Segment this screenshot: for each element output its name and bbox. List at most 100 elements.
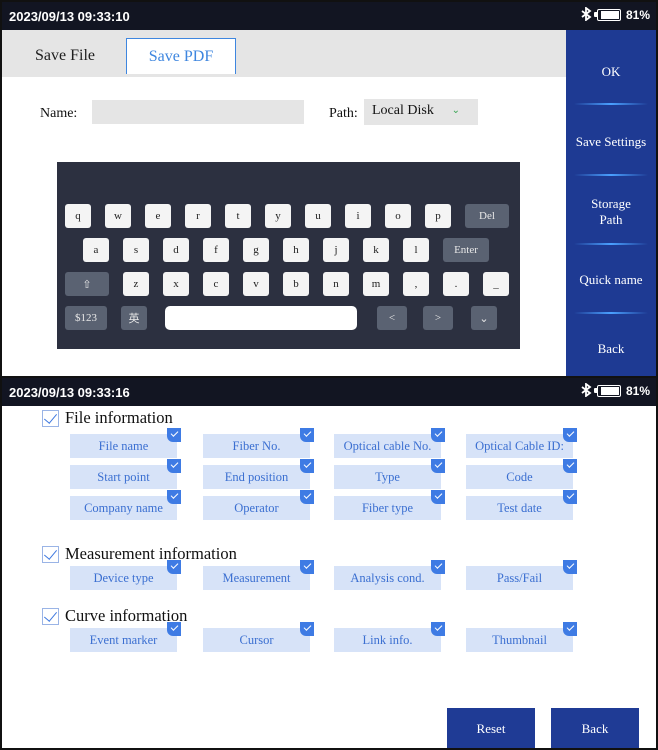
option-toggle[interactable]: Link info. <box>334 622 445 652</box>
option-toggle[interactable]: Fiber type <box>334 490 445 520</box>
option-toggle[interactable]: Start point <box>70 459 181 489</box>
option-toggle[interactable]: Operator <box>203 490 314 520</box>
battery-icon <box>593 9 621 21</box>
option-toggle[interactable]: End position <box>203 459 314 489</box>
storage-path-button[interactable]: Storage Path <box>566 196 656 228</box>
bluetooth-icon <box>580 6 592 23</box>
key-h[interactable]: h <box>283 238 309 262</box>
option-label: Type <box>375 469 400 484</box>
name-input[interactable] <box>92 100 304 124</box>
save-settings-button[interactable]: Save Settings <box>566 134 656 150</box>
path-value: Local Disk <box>372 103 434 118</box>
key-u[interactable]: u <box>305 204 331 228</box>
key-language[interactable]: 英 <box>121 306 147 330</box>
key-shift[interactable]: ⇧ <box>65 272 109 296</box>
option-toggle[interactable]: Company name <box>70 490 181 520</box>
tab-bar: Save File Save PDF <box>2 30 568 77</box>
option-toggle[interactable]: Code <box>466 459 577 489</box>
key-j[interactable]: j <box>323 238 349 262</box>
option-toggle[interactable]: Event marker <box>70 622 181 652</box>
section-header: Curve information <box>42 606 187 626</box>
option-toggle[interactable]: Device type <box>70 560 181 590</box>
option-toggle[interactable]: Thumbnail <box>466 622 577 652</box>
key-z[interactable]: z <box>123 272 149 296</box>
key-x[interactable]: x <box>163 272 189 296</box>
key-p[interactable]: p <box>425 204 451 228</box>
key-g[interactable]: g <box>243 238 269 262</box>
key-o[interactable]: o <box>385 204 411 228</box>
option-toggle[interactable]: Pass/Fail <box>466 560 577 590</box>
section-title: File information <box>65 408 173 427</box>
option-toggle[interactable]: Analysis cond. <box>334 560 445 590</box>
key-d[interactable]: d <box>163 238 189 262</box>
key-n[interactable]: n <box>323 272 349 296</box>
option-toggle[interactable]: Optical cable No. <box>334 428 445 458</box>
option-toggle[interactable]: Fiber No. <box>203 428 314 458</box>
checkmark-icon <box>167 459 181 473</box>
key-r[interactable]: r <box>185 204 211 228</box>
option-label: End position <box>224 469 289 484</box>
option-label: Code <box>506 469 533 484</box>
key-w[interactable]: w <box>105 204 131 228</box>
option-toggle[interactable]: Cursor <box>203 622 314 652</box>
divider <box>574 103 648 105</box>
battery-percent: 81% <box>625 384 650 398</box>
key-space[interactable] <box>165 306 357 330</box>
option-toggle[interactable]: Type <box>334 459 445 489</box>
key-delete[interactable]: Del <box>465 204 509 228</box>
key-right[interactable]: > <box>423 306 453 330</box>
path-select[interactable]: Local Disk ⌄ <box>364 99 478 125</box>
key-comma[interactable]: , <box>403 272 429 296</box>
status-bar: 2023/09/13 09:33:10 81% <box>2 2 656 30</box>
key-t[interactable]: t <box>225 204 251 228</box>
option-toggle[interactable]: Test date <box>466 490 577 520</box>
tab-save-file[interactable]: Save File <box>20 39 110 73</box>
option-label: Measurement <box>222 570 291 585</box>
section-checkbox[interactable] <box>42 545 59 563</box>
key-s[interactable]: s <box>123 238 149 262</box>
key-hide-keyboard[interactable]: ⌄ <box>471 306 497 330</box>
checkmark-icon <box>431 622 445 636</box>
key-c[interactable]: c <box>203 272 229 296</box>
key-e[interactable]: e <box>145 204 171 228</box>
section-checkbox[interactable] <box>42 607 59 625</box>
key-enter[interactable]: Enter <box>443 238 489 262</box>
key-q[interactable]: q <box>65 204 91 228</box>
key-f[interactable]: f <box>203 238 229 262</box>
key-a[interactable]: a <box>83 238 109 262</box>
section-title: Measurement information <box>65 544 237 563</box>
option-toggle[interactable]: Measurement <box>203 560 314 590</box>
section-checkbox[interactable] <box>42 409 59 427</box>
quick-name-button[interactable]: Quick name <box>566 272 656 288</box>
key-i[interactable]: i <box>345 204 371 228</box>
checkmark-icon <box>300 490 314 504</box>
key-m[interactable]: m <box>363 272 389 296</box>
back-button[interactable]: Back <box>551 708 639 748</box>
checkmark-icon <box>300 459 314 473</box>
bluetooth-icon <box>580 382 592 399</box>
option-label: Event marker <box>89 632 158 647</box>
on-screen-keyboard: q w e r t y u i o p Del a s d f g h j k l Enter ⇧ z x c v b n m,. _ $1… <box>57 162 520 349</box>
key-underscore[interactable]: _ <box>483 272 509 296</box>
key-l[interactable]: l <box>403 238 429 262</box>
option-toggle[interactable]: File name <box>70 428 181 458</box>
key-period[interactable]: . <box>443 272 469 296</box>
tab-save-pdf[interactable]: Save PDF <box>126 38 236 74</box>
ok-button[interactable]: OK <box>566 64 656 80</box>
key-v[interactable]: v <box>243 272 269 296</box>
option-label: Test date <box>497 500 542 515</box>
option-toggle[interactable]: Optical Cable ID: <box>466 428 577 458</box>
checkmark-icon <box>431 490 445 504</box>
status-time: 2023/09/13 09:33:10 <box>9 9 130 24</box>
key-b[interactable]: b <box>283 272 309 296</box>
checkmark-icon <box>167 428 181 442</box>
key-y[interactable]: y <box>265 204 291 228</box>
key-numbers[interactable]: $123 <box>65 306 107 330</box>
reset-button[interactable]: Reset <box>447 708 535 748</box>
back-button[interactable]: Back <box>566 341 656 357</box>
key-k[interactable]: k <box>363 238 389 262</box>
key-left[interactable]: < <box>377 306 407 330</box>
section-header: Measurement information <box>42 544 237 564</box>
divider <box>574 174 648 176</box>
checkmark-icon <box>563 428 577 442</box>
